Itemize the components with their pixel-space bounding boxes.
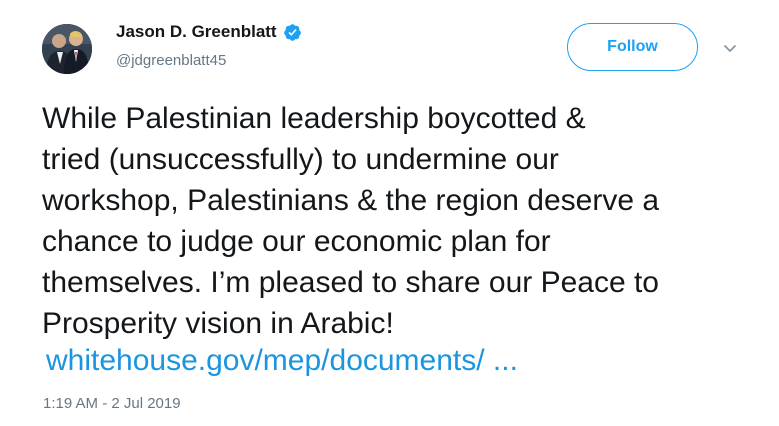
tweet-link[interactable]: whitehouse.gov/mep/documents/ ... bbox=[46, 340, 518, 381]
avatar[interactable] bbox=[42, 24, 92, 74]
tweet-text-line: themselves. I’m pleased to share our Pea… bbox=[42, 266, 659, 299]
tweet-text-line: chance to judge our economic plan for bbox=[42, 225, 551, 258]
tweet-text-line: tried (unsuccessfully) to undermine our bbox=[42, 143, 559, 176]
tweet-card: Jason D. Greenblatt @jdgreenblatt45 Foll… bbox=[0, 0, 779, 426]
avatar-photo-icon bbox=[42, 24, 92, 74]
tweet-text-line: While Palestinian leadership boycotted & bbox=[42, 102, 586, 135]
tweet-text: While Palestinian leadership boycotted &… bbox=[42, 98, 752, 344]
chevron-down-icon[interactable] bbox=[720, 38, 740, 58]
author-handle[interactable]: @jdgreenblatt45 bbox=[116, 52, 226, 69]
verified-badge-icon bbox=[283, 23, 302, 42]
tweet-text-line: Prosperity vision in Arabic! bbox=[42, 307, 394, 340]
tweet-text-line: workshop, Palestinians & the region dese… bbox=[42, 184, 660, 217]
follow-button[interactable]: Follow bbox=[567, 23, 698, 71]
author-display-name[interactable]: Jason D. Greenblatt bbox=[116, 22, 277, 42]
author-name-row: Jason D. Greenblatt bbox=[116, 22, 302, 42]
tweet-timestamp[interactable]: 1:19 AM - 2 Jul 2019 bbox=[43, 395, 181, 412]
